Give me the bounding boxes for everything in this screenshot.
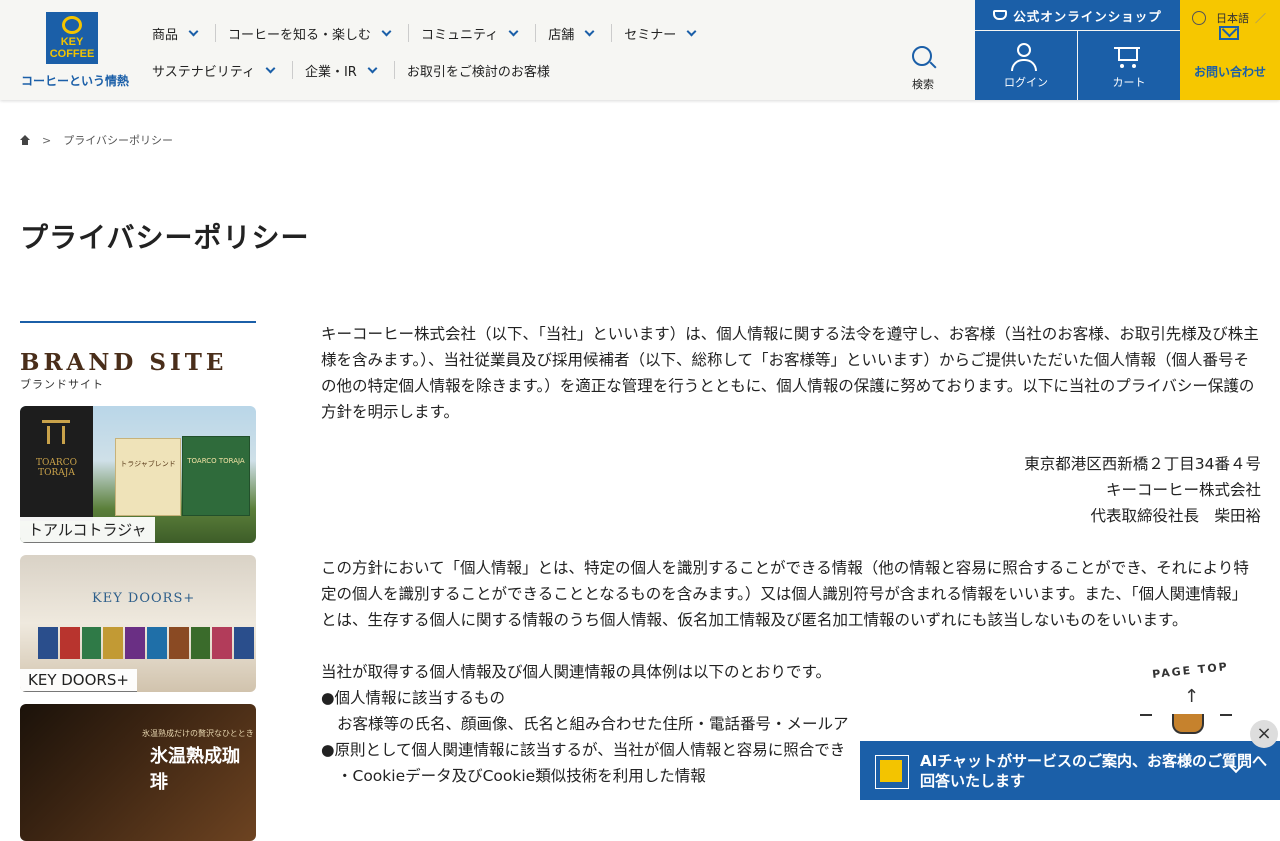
nav-item-community[interactable]: コミュニティ xyxy=(409,24,537,43)
online-shop-button[interactable]: 公式オンラインショップ xyxy=(975,0,1180,30)
nav-label: コーヒーを知る・楽しむ xyxy=(228,27,372,43)
contact-button[interactable]: 日本語 ／ お問い合わせ xyxy=(1180,0,1280,100)
page-title: プライバシーポリシー xyxy=(20,221,310,254)
breadcrumb: > プライバシーポリシー xyxy=(20,132,173,148)
divider xyxy=(20,321,256,323)
cart-label: カート xyxy=(1112,76,1146,89)
nav-item-corporate[interactable]: 企業・IR xyxy=(293,61,395,80)
bullet-detail: お客様等の氏名、顔画像、氏名と組み合わせた住所・電話番号・メールア xyxy=(337,715,849,733)
language-label: 日本語 xyxy=(1216,12,1249,25)
product-package: TOARCO TORAJA xyxy=(182,436,250,516)
nav-label: 商品 xyxy=(152,27,179,43)
torii-icon xyxy=(42,420,70,447)
home-icon[interactable] xyxy=(20,135,30,145)
brand-card-label: KEY DOORS+ xyxy=(20,669,137,692)
nav-item-sustainability[interactable]: サステナビリティ xyxy=(140,61,293,80)
login-button[interactable]: ログイン xyxy=(975,31,1077,100)
intro-paragraph: キーコーヒー株式会社（以下、「当社」といいます）は、個人情報に関する法令を遵守し… xyxy=(321,325,1259,421)
arrow-up-icon: ↑ xyxy=(1184,686,1200,707)
logo-text: KEY COFFEE xyxy=(49,36,95,60)
bullet-personal-info: ●個人情報に該当するもの xyxy=(321,689,506,707)
nav-label: セミナー xyxy=(624,27,677,43)
brand-site-title: BRAND SITE xyxy=(20,349,228,376)
brand-card-toarco-toraja[interactable]: TOARCO TORAJA トラジャブレンド TOARCO TORAJA トアル… xyxy=(20,406,256,543)
brand-site-subtitle: ブランドサイト xyxy=(20,378,104,391)
sidebar: BRAND SITE ブランドサイト TOARCO TORAJA トラジャブレン… xyxy=(20,321,256,841)
nav-item-seminar[interactable]: セミナー xyxy=(612,24,713,43)
examples-intro: 当社が取得する個人情報及び個人関連情報の具体例は以下のとおりです。 xyxy=(321,663,831,681)
key-icon xyxy=(62,16,82,34)
user-icon xyxy=(1017,43,1031,57)
search-button[interactable]: 検索 xyxy=(895,40,951,95)
breadcrumb-separator: > xyxy=(42,133,52,147)
brand-card-label: トアルコトラジャ xyxy=(20,517,155,543)
coffee-cup-icon xyxy=(1172,714,1204,734)
chevron-down-icon xyxy=(508,26,519,36)
nav-item-business[interactable]: お取引をご検討のお客様 xyxy=(395,61,568,80)
coffee-cup-icon xyxy=(993,10,1008,20)
nav-label: サステナビリティ xyxy=(152,64,255,80)
toarco-logo: TOARCO TORAJA xyxy=(20,406,93,521)
nav-item-learn[interactable]: コーヒーを知る・楽しむ xyxy=(216,24,410,43)
product-package: トラジャブレンド xyxy=(115,438,181,516)
key-coffee-chat-icon xyxy=(875,755,909,789)
page-top-button[interactable]: PAGE TOP ↑ xyxy=(1136,660,1240,740)
chevron-down-icon xyxy=(381,26,392,36)
main-nav-row-1: 商品 コーヒーを知る・楽しむ コミュニティ 店舗 セミナー xyxy=(140,23,713,43)
online-shop-label: 公式オンラインショップ xyxy=(1013,8,1162,24)
chat-text: AIチャットがサービスのご案内、お客様のご質問へ回答いたします xyxy=(920,752,1268,790)
chevron-down-icon xyxy=(367,63,378,73)
login-label: ログイン xyxy=(1004,76,1048,89)
page-top-label: PAGE TOP xyxy=(1151,660,1230,681)
nav-label: 企業・IR xyxy=(304,64,357,80)
contact-label: お問い合わせ xyxy=(1193,65,1266,79)
ai-chat-banner[interactable]: AIチャットがサービスのご案内、お客様のご質問へ回答いたします xyxy=(860,741,1280,800)
breadcrumb-current: プライバシーポリシー xyxy=(63,134,173,147)
key-doors-logo: KEY DOORS+ xyxy=(92,591,196,606)
close-icon[interactable]: × xyxy=(1250,720,1278,748)
main-nav-row-2: サステナビリティ 企業・IR お取引をご検討のお客様 xyxy=(140,60,568,80)
brand-card-key-doors[interactable]: KEY DOORS+ KEY DOORS+ xyxy=(20,555,256,692)
nav-label: 店舗 xyxy=(548,27,575,43)
company-address: 東京都港区西新橋２丁目34番４号 キーコーヒー株式会社 代表取締役社長 柴田裕 xyxy=(1024,455,1261,525)
chevron-down-icon xyxy=(188,26,199,36)
chevron-down-icon xyxy=(686,26,697,36)
nav-item-stores[interactable]: 店舗 xyxy=(536,24,613,43)
key-coffee-logo: KEY COFFEE xyxy=(46,12,98,64)
logo-tagline: コーヒーという情熱 xyxy=(20,74,129,88)
chevron-down-icon xyxy=(584,26,595,36)
nav-item-products[interactable]: 商品 xyxy=(140,24,217,43)
hyoon-logo: 氷温熟成珈琲 xyxy=(150,746,240,793)
cart-button[interactable]: カート xyxy=(1078,31,1180,100)
chevron-down-icon xyxy=(265,63,276,73)
globe-icon xyxy=(1192,11,1206,25)
definition-paragraph: この方針において「個人情報」とは、特定の個人を識別することができる情報（他の情報… xyxy=(321,559,1249,629)
site-header: KEY COFFEE コーヒーという情熱 商品 コーヒーを知る・楽しむ コミュニ… xyxy=(0,0,1280,100)
nav-label: お取引をご検討のお客様 xyxy=(406,64,550,80)
nav-label: コミュニティ xyxy=(421,27,499,43)
logo[interactable]: KEY COFFEE コーヒーという情熱 xyxy=(20,12,130,92)
brand-card-hyoon[interactable]: 氷温熟成だけの贅沢なひととき 氷温熟成珈琲 xyxy=(20,704,256,841)
policy-content: キーコーヒー株式会社（以下、「当社」といいます）は、個人情報に関する法令を遵守し… xyxy=(321,321,1261,789)
search-label: 検索 xyxy=(912,78,934,91)
brand-card-subtitle: 氷温熟成だけの贅沢なひととき xyxy=(142,729,254,738)
product-shelf xyxy=(38,627,254,659)
